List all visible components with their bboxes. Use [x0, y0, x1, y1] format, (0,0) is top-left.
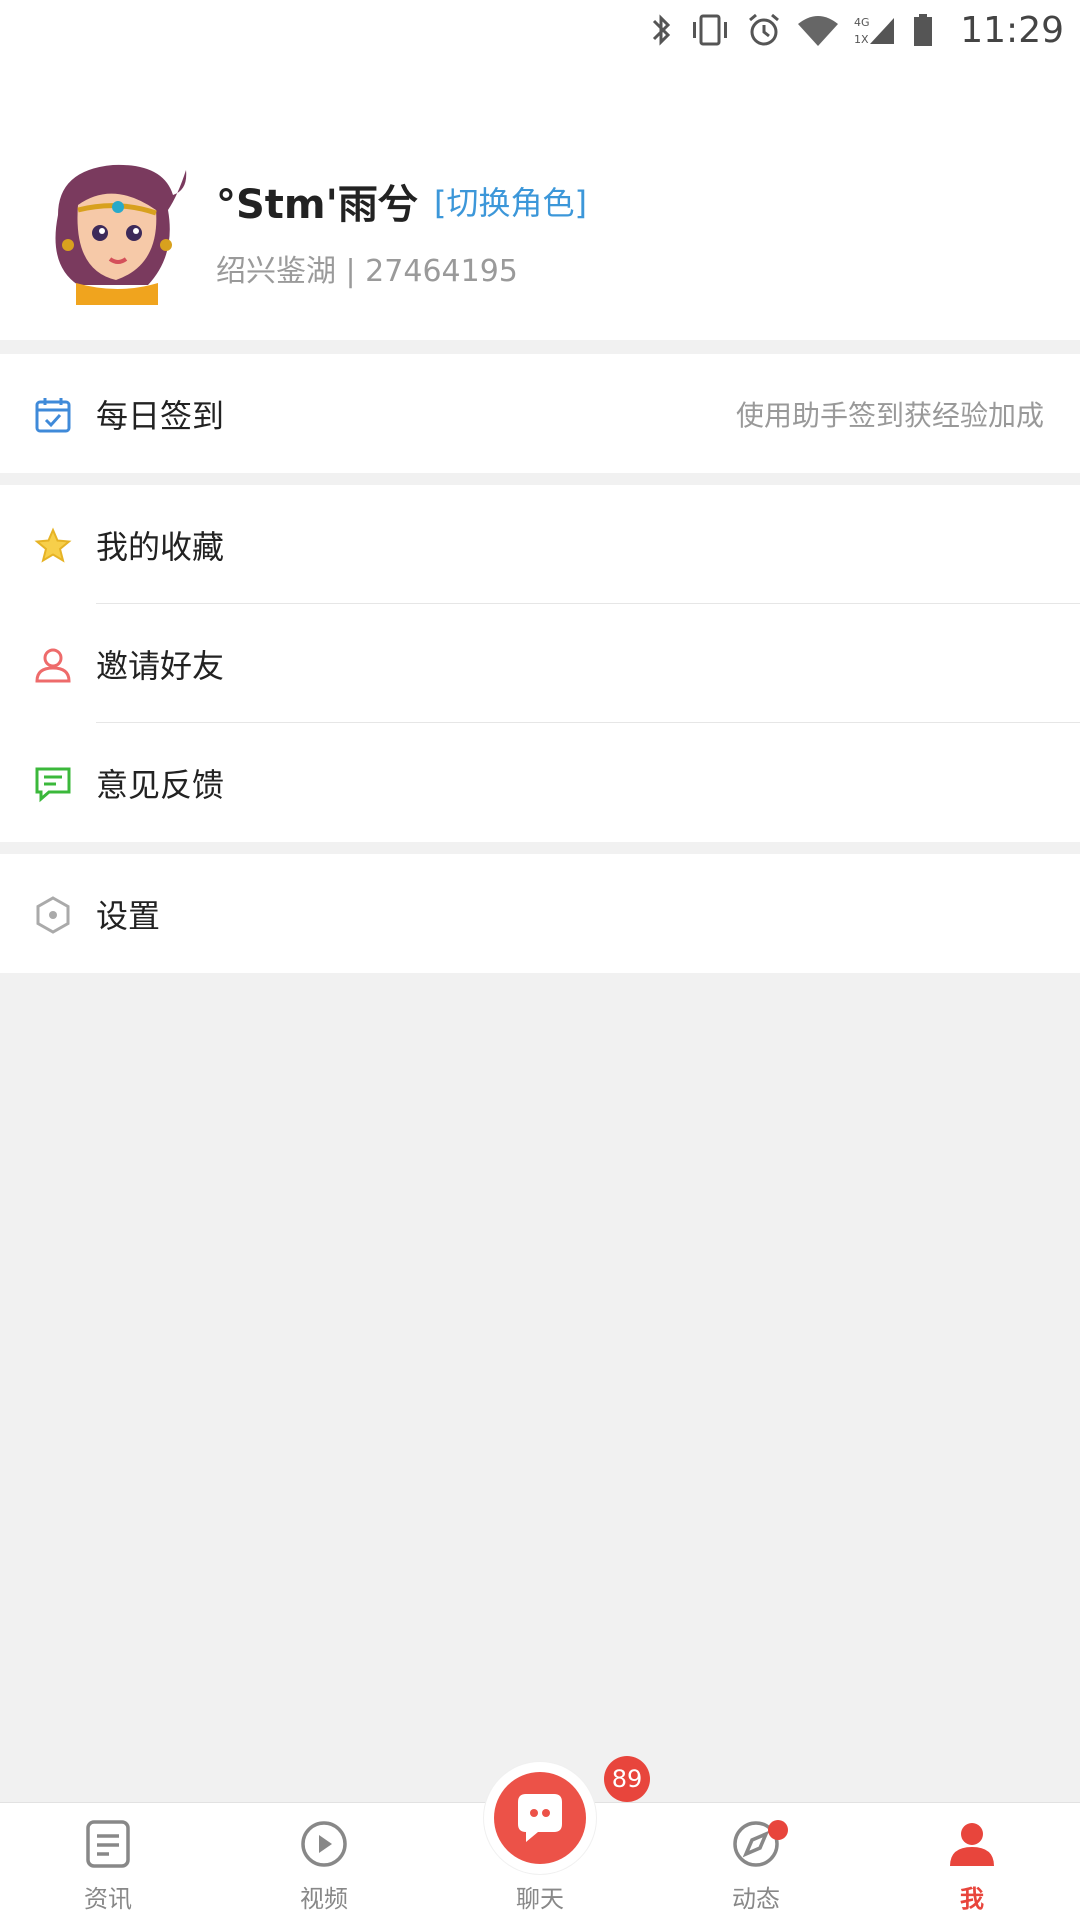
hexagon-settings-icon	[34, 896, 72, 934]
menu-item-invite[interactable]: 邀请好友	[0, 604, 1080, 723]
news-icon	[83, 1819, 133, 1869]
checkin-section: 每日签到 使用助手签到获经验加成	[0, 354, 1080, 473]
bluetooth-icon	[650, 12, 674, 48]
menu-item-favorites-label: 我的收藏	[96, 527, 225, 566]
tab-video-label: 视频	[300, 1885, 348, 1913]
username: °Stm'雨兮	[216, 182, 418, 228]
server-info: 绍兴鉴湖 | 27464195	[216, 254, 518, 289]
switch-role-link[interactable]: [切换角色]	[434, 178, 587, 224]
status-time: 11:29	[960, 9, 1064, 51]
tab-video[interactable]: 视频	[216, 1803, 432, 1921]
tab-moments-label: 动态	[732, 1885, 780, 1913]
avatar[interactable]	[38, 155, 188, 305]
svg-text:4G: 4G	[854, 16, 870, 29]
menu-item-checkin-hint: 使用助手签到获经验加成	[735, 398, 1044, 432]
star-icon	[34, 527, 72, 565]
tab-me-label: 我	[960, 1885, 984, 1913]
svg-text:1X: 1X	[854, 33, 869, 46]
wifi-icon	[796, 12, 840, 48]
person-icon	[34, 646, 72, 684]
tools-section: 我的收藏 邀请好友 意见反馈	[0, 485, 1080, 842]
calendar-check-icon	[34, 396, 72, 434]
chat-unread-badge: 89	[604, 1756, 650, 1802]
profile-icon	[947, 1819, 997, 1869]
profile-header: °Stm'雨兮 [切换角色] 绍兴鉴湖 | 27464195	[0, 60, 1080, 340]
menu-item-settings[interactable]: 设置	[0, 854, 1080, 973]
menu-item-checkin[interactable]: 每日签到 使用助手签到获经验加成	[0, 354, 1080, 473]
menu-item-favorites[interactable]: 我的收藏	[0, 485, 1080, 604]
menu-item-settings-label: 设置	[96, 896, 161, 935]
battery-icon	[912, 12, 934, 48]
alarm-icon	[746, 12, 782, 48]
status-bar: 4G 1X 11:29	[0, 0, 1080, 60]
tab-me[interactable]: 我	[864, 1803, 1080, 1921]
tab-news-label: 资讯	[84, 1885, 132, 1913]
message-icon	[34, 765, 72, 803]
tab-chat-label: 聊天	[516, 1885, 564, 1913]
play-icon	[299, 1819, 349, 1869]
settings-section: 设置	[0, 854, 1080, 973]
menu-item-feedback-label: 意见反馈	[96, 765, 225, 804]
menu-item-feedback[interactable]: 意见反馈	[0, 723, 1080, 842]
menu-item-invite-label: 邀请好友	[96, 646, 225, 685]
chat-bubble-icon	[494, 1772, 586, 1864]
vibrate-icon	[688, 12, 732, 48]
moments-notification-dot	[768, 1820, 788, 1840]
menu-item-checkin-label: 每日签到	[96, 396, 225, 435]
chat-center-button[interactable]	[484, 1762, 596, 1874]
tab-news[interactable]: 资讯	[0, 1803, 216, 1921]
cellular-4g-icon: 4G 1X	[854, 12, 898, 48]
tab-moments[interactable]: 动态	[648, 1803, 864, 1921]
